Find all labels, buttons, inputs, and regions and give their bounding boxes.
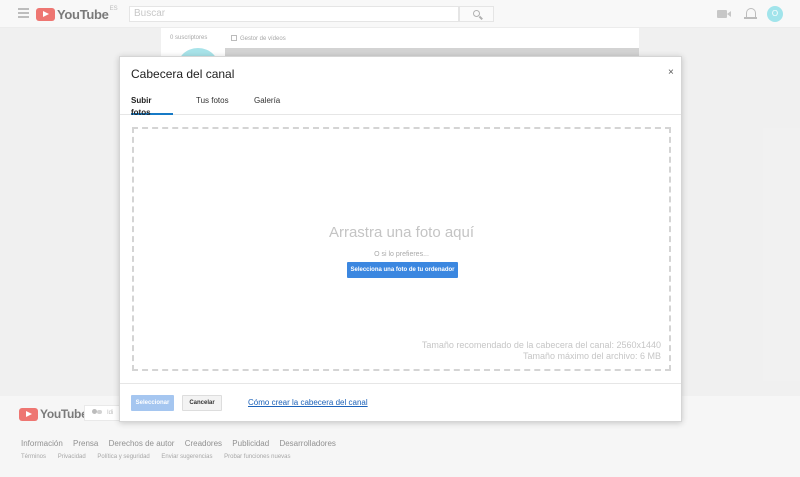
cancel-button[interactable]: Cancelar — [182, 395, 222, 411]
tab-your-photos[interactable]: Tus fotos — [196, 95, 229, 115]
drop-zone-or-text: O si lo prefieres... — [374, 251, 429, 258]
photo-drop-zone[interactable]: Arrastra una foto aquí O si lo prefieres… — [132, 127, 671, 371]
dialog-footer: Seleccionar Cancelar Cómo crear la cabec… — [120, 383, 681, 421]
max-size-text: Tamaño máximo del archivo: 6 MB — [522, 351, 661, 361]
drop-zone-title: Arrastra una foto aquí — [328, 224, 475, 241]
dialog-tabs: Subir fotos Tus fotos Galería — [120, 95, 681, 117]
tab-gallery[interactable]: Galería — [254, 95, 280, 115]
dialog-title: Cabecera del canal — [131, 67, 235, 81]
select-photo-button[interactable]: Selecciona una foto de tu ordenador — [347, 262, 458, 278]
help-link[interactable]: Cómo crear la cabecera del canal — [248, 398, 368, 407]
recommended-size-text: Tamaño recomendado de la cabecera del ca… — [421, 340, 661, 350]
channel-art-dialog: Cabecera del canal × Subir fotos Tus fot… — [119, 56, 682, 422]
tab-upload-photos[interactable]: Subir fotos — [131, 95, 173, 117]
select-button[interactable]: Seleccionar — [131, 395, 174, 411]
close-icon[interactable]: × — [668, 67, 674, 78]
